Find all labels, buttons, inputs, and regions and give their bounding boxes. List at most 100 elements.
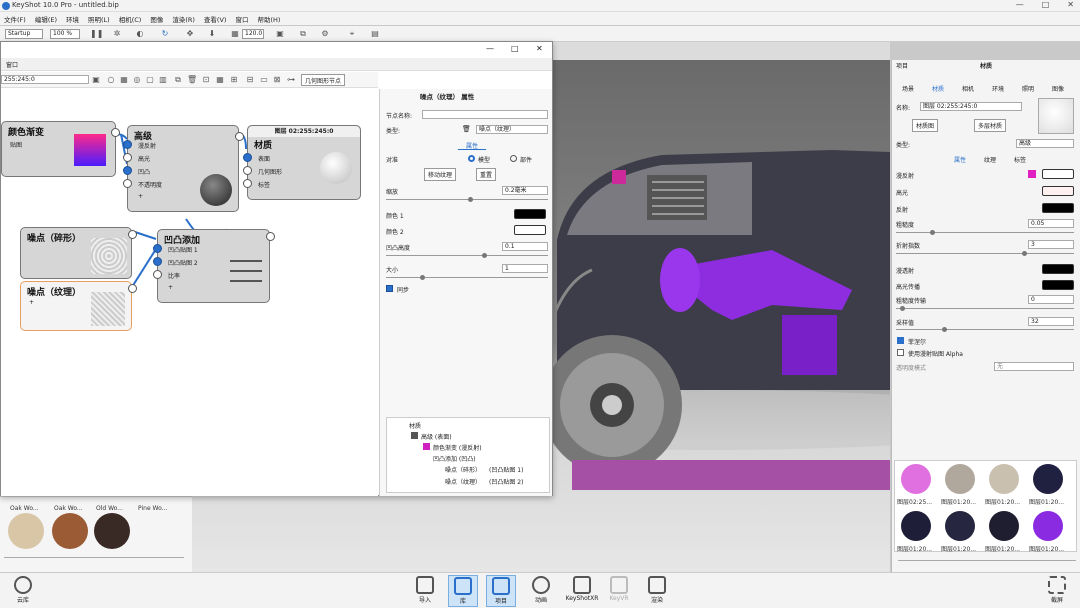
pause-icon[interactable]: ❚❚ [90, 29, 103, 39]
render-button[interactable]: 渲染 [642, 575, 672, 607]
diffuse-color[interactable] [1042, 169, 1074, 179]
layers-icon[interactable]: ▥ [158, 75, 168, 85]
subtab-texture[interactable]: 纹理 [984, 155, 996, 164]
node-graph-icon[interactable]: ⊶ [286, 75, 296, 85]
fit-icon[interactable]: ✥ [185, 29, 195, 39]
expand-icon[interactable]: ⊟ [245, 75, 255, 85]
node-bump-add[interactable]: 凹凸添加 凹凸贴图 1 凹凸贴图 2 比率 + [153, 229, 275, 303]
library-swatch-2[interactable] [52, 513, 88, 549]
input-port[interactable] [153, 257, 162, 266]
node-graph-canvas[interactable]: 颜色渐变 贴图 高级 漫反射 高光 凹凸 不透明度 + 图层 02:255:24… [1, 89, 378, 496]
performance-icon[interactable]: ✲ [112, 29, 122, 39]
tool-icon-c[interactable]: ⚙ [320, 29, 330, 39]
geometry-node-button[interactable]: 几何图形节点 [301, 74, 346, 86]
tool-icon-e[interactable]: ▤ [370, 29, 380, 39]
grid2-icon[interactable]: ▦ [215, 75, 225, 85]
screenshot-button[interactable]: 截屏 [1042, 575, 1072, 607]
specular-color[interactable] [1042, 186, 1074, 196]
menu-file[interactable]: 文件(F) [4, 14, 26, 24]
multi-layer-button[interactable]: 多层材质 [974, 119, 1007, 132]
fit-icon[interactable]: ⊡ [201, 75, 211, 85]
keyshotxr-button[interactable]: KeyShotXR [564, 575, 600, 607]
ior-slider[interactable] [896, 251, 1074, 256]
input-port[interactable] [243, 153, 252, 162]
node-noise-fractal[interactable]: 噪点（碎形） [20, 227, 137, 279]
bump-height-slider[interactable] [386, 253, 548, 258]
minimize-button[interactable]: — [1016, 0, 1024, 9]
input-port[interactable] [123, 153, 132, 162]
node-color-gradient[interactable]: 颜色渐变 贴图 [1, 121, 120, 177]
output-port[interactable] [128, 230, 137, 239]
scale-input[interactable]: 0.2毫米 [502, 186, 548, 195]
close-button[interactable]: ✕ [1067, 0, 1074, 9]
library-size-slider[interactable] [4, 557, 184, 558]
output-port[interactable] [235, 132, 244, 141]
input-port[interactable] [123, 179, 132, 188]
input-port[interactable] [243, 179, 252, 188]
collapse-icon[interactable]: ▭ [259, 75, 269, 85]
menu-lighting[interactable]: 照明(L) [88, 14, 110, 24]
menu-window[interactable]: 窗口 [235, 14, 248, 24]
radio-part[interactable] [510, 155, 517, 162]
tab-lighting[interactable]: 照明 [1022, 84, 1034, 93]
animation-button[interactable]: 动画 [526, 575, 556, 607]
node-material[interactable]: 图层 02:255:245:0 材质 表面 几何图形 标签 [243, 125, 361, 200]
graph-maximize-button[interactable]: □ [511, 44, 519, 53]
reflection-color[interactable] [1042, 203, 1074, 213]
tree-item-material[interactable]: 材质 [409, 421, 421, 430]
roughness-input[interactable]: 0.05 [1028, 219, 1074, 228]
tool-icon-d[interactable]: ⌖ [347, 29, 357, 39]
arrange-icon[interactable]: ⊠ [272, 75, 282, 85]
input-port[interactable] [153, 244, 162, 253]
input-port[interactable] [243, 166, 252, 175]
material-id-field[interactable]: 255:245:0 [1, 75, 89, 84]
target-icon[interactable]: ◎ [132, 75, 142, 85]
align-icon[interactable]: ⊞ [229, 75, 239, 85]
graph-window-tab[interactable]: 窗口 [6, 60, 18, 69]
samples-input[interactable]: 32 [1028, 317, 1074, 326]
swatch-2[interactable] [945, 464, 975, 494]
bump-height-input[interactable]: 0.1 [502, 242, 548, 251]
radio-model[interactable] [468, 155, 475, 162]
color2-swatch[interactable] [514, 225, 546, 235]
size-slider[interactable] [386, 275, 548, 280]
swatch-7[interactable] [989, 511, 1019, 541]
menu-view[interactable]: 查看(V) [204, 14, 227, 24]
tree-item-noise-fractal[interactable]: 噪点（碎形） [445, 465, 481, 474]
output-port[interactable] [266, 232, 275, 241]
fov-input[interactable]: 120.0 [242, 29, 264, 39]
tool-icon-a[interactable]: ▣ [275, 29, 285, 39]
refresh-icon[interactable]: ↻ [160, 29, 170, 39]
copy-icon[interactable]: ⧉ [173, 75, 183, 85]
sync-checkbox[interactable] [386, 285, 393, 292]
node-name-input[interactable] [422, 110, 548, 119]
swatch-4[interactable] [1033, 464, 1063, 494]
save-icon[interactable]: ▣ [91, 75, 101, 85]
specular-transmission-color[interactable] [1042, 280, 1074, 290]
material-name-input[interactable]: 图层 02:255:245:0 [920, 102, 1022, 111]
swatch-8[interactable] [1033, 511, 1063, 541]
tab-material[interactable]: 材质 [932, 84, 944, 93]
workspace-select[interactable]: Startup [5, 29, 43, 39]
tree-item-noise-texture[interactable]: 噪点（纹理） [445, 477, 481, 486]
project-button[interactable]: 项目 [486, 575, 516, 607]
move-texture-button[interactable]: 移动纹理 [424, 168, 457, 181]
tool-icon-b[interactable]: ⧉ [298, 29, 308, 39]
input-port[interactable] [123, 166, 132, 175]
reset-button[interactable]: 重置 [476, 168, 497, 181]
type-select[interactable]: 噪点（纹理） [476, 125, 548, 134]
roughness-slider[interactable] [896, 230, 1074, 235]
grid-icon[interactable]: ▦ [119, 75, 129, 85]
tab-image[interactable]: 图像 [1052, 84, 1064, 93]
subtab-properties[interactable]: 属性 [954, 155, 966, 164]
scale-slider[interactable] [386, 197, 548, 202]
zoom-select[interactable]: 100 % [50, 29, 80, 39]
menu-camera[interactable]: 相机(C) [119, 14, 142, 24]
graph-minimize-button[interactable]: — [486, 44, 494, 53]
menu-edit[interactable]: 编辑(E) [35, 14, 57, 24]
translucency-color[interactable] [1042, 264, 1074, 274]
maximize-button[interactable]: □ [1042, 0, 1050, 9]
swatch-1[interactable] [901, 464, 931, 494]
swatch-3[interactable] [989, 464, 1019, 494]
menu-render[interactable]: 渲染(R) [172, 14, 195, 24]
